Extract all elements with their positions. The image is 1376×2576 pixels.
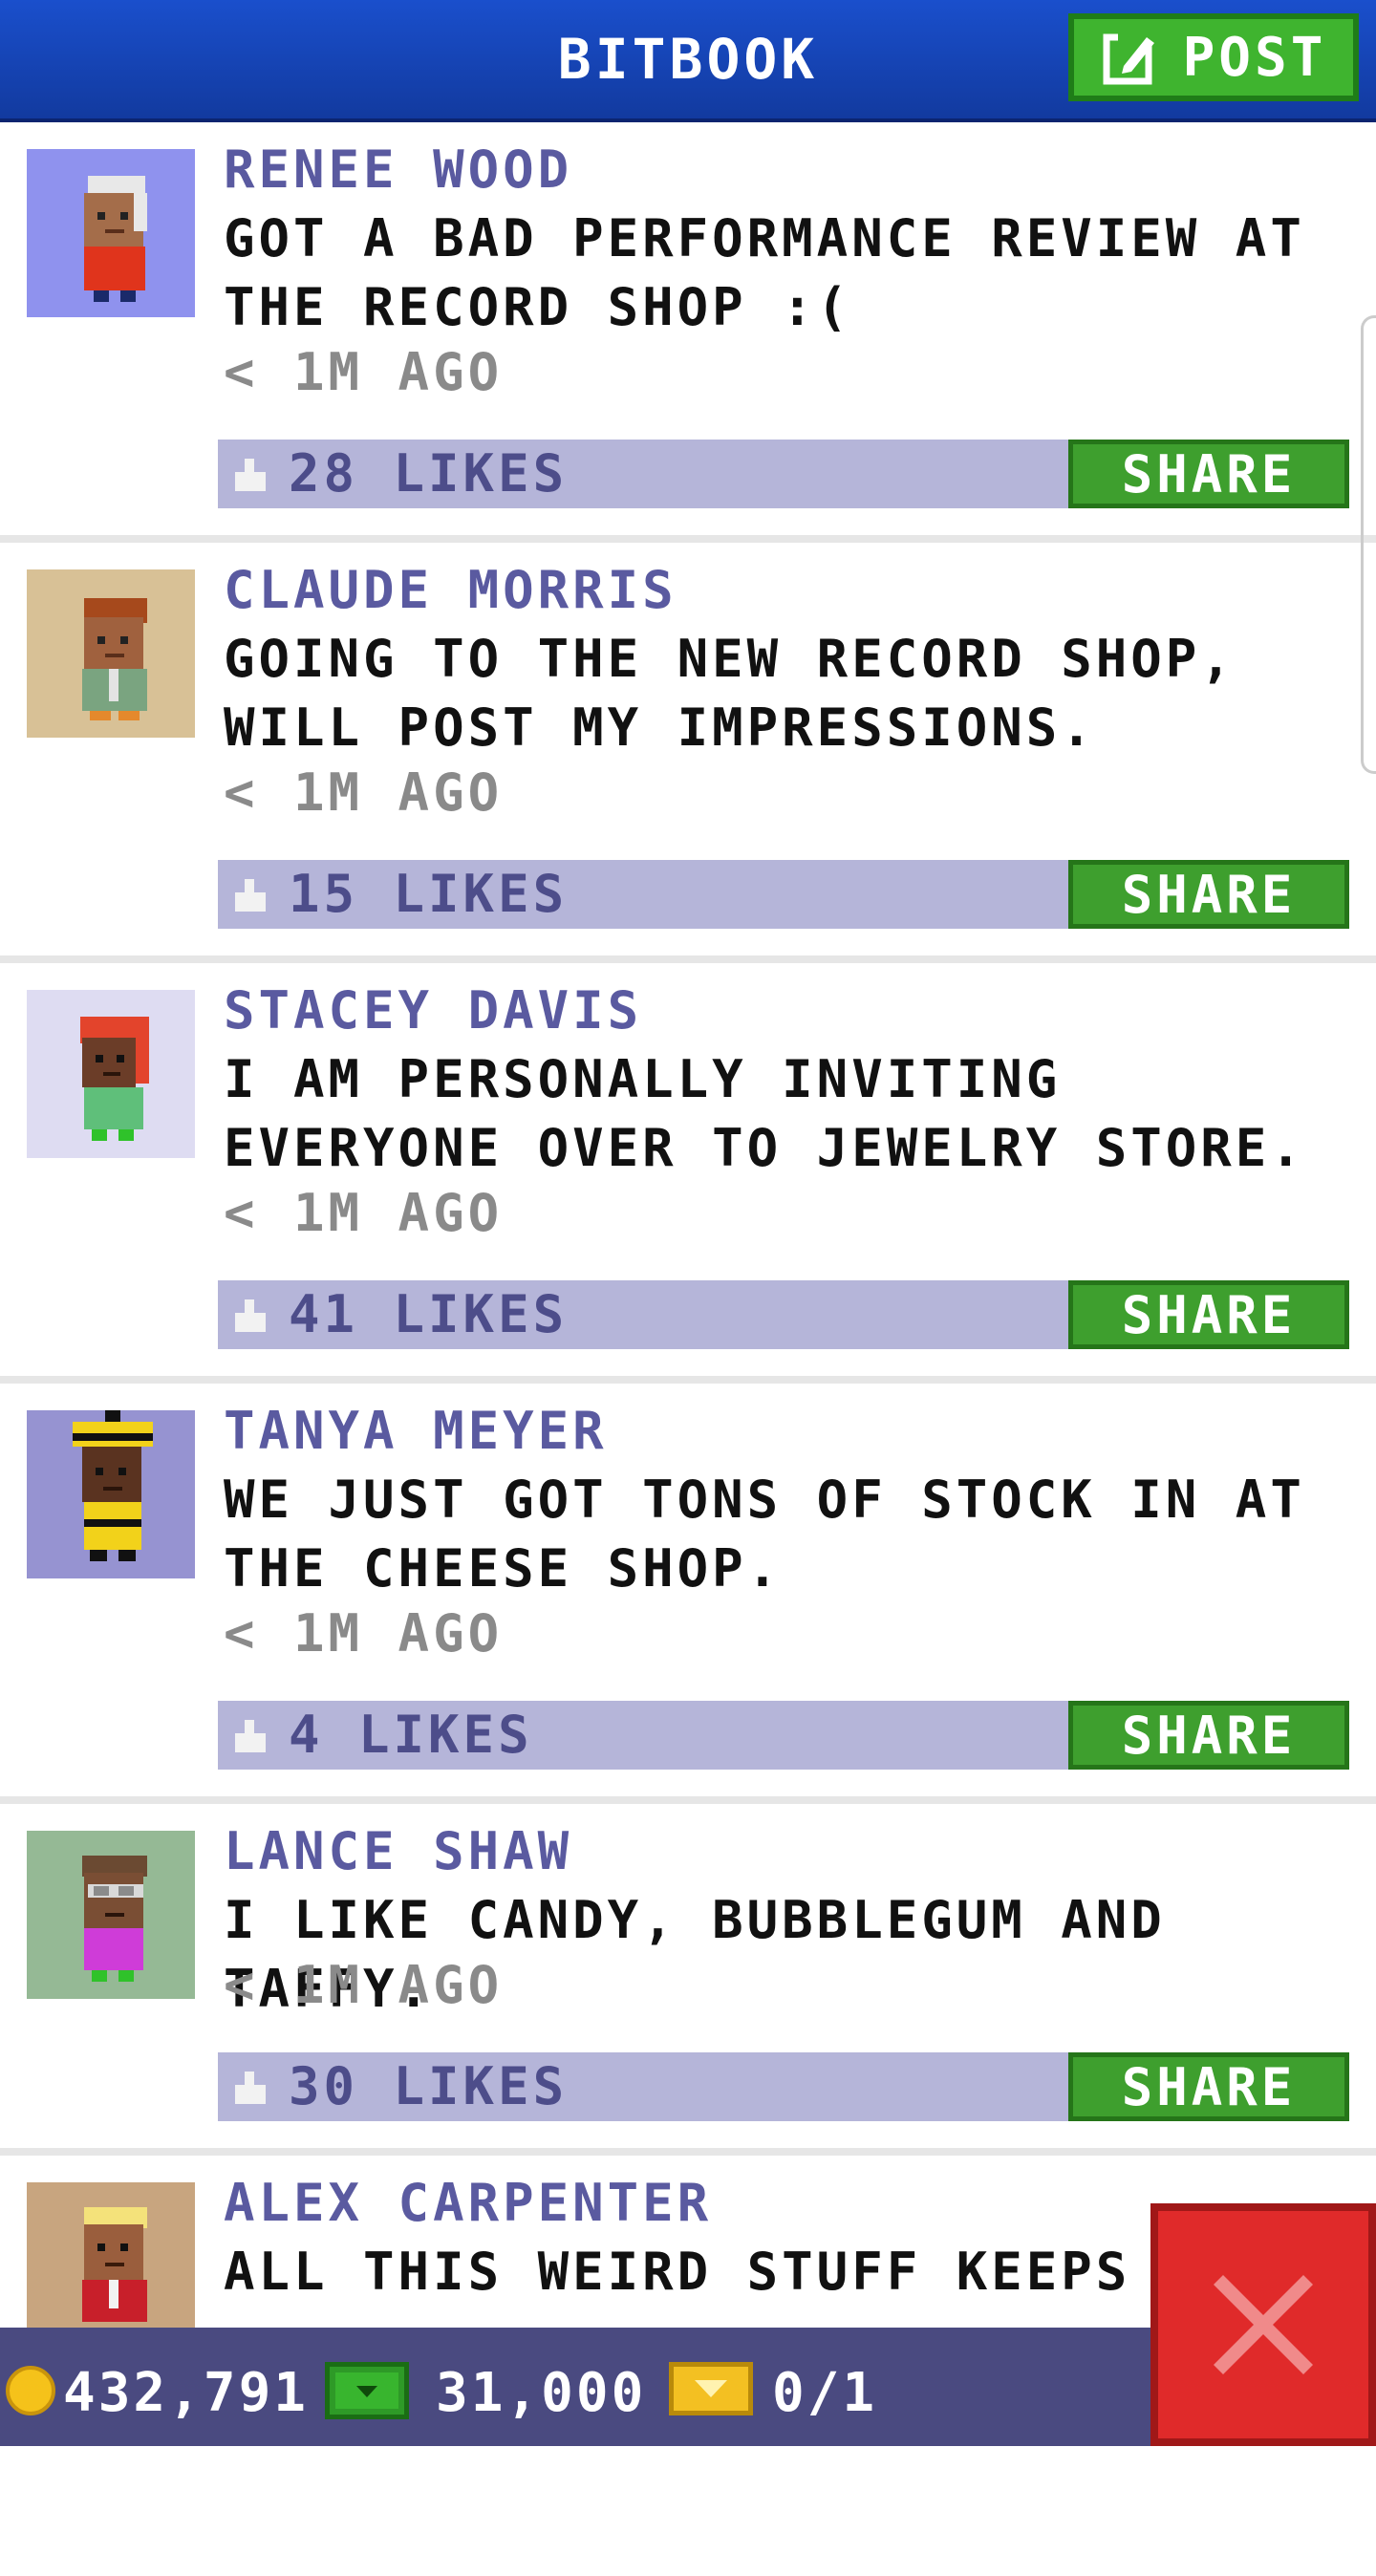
avatar-alex-carpenter (27, 2182, 195, 2351)
post-time: < 1M AGO (224, 762, 504, 823)
post-message: ALL THIS WEIRD STUFF KEEPS SH (224, 2242, 1141, 2302)
avatar-stacey-davis (27, 990, 195, 1158)
post-item: RENEE WOOD GOT A BAD PERFORMANCE REVIEW … (0, 122, 1376, 543)
post-author: CLAUDE MORRIS (224, 560, 677, 620)
post-message: WE JUST GOT TONS OF STOCK IN AT THE CHEE… (224, 1470, 1305, 1599)
post-button[interactable]: POST (1068, 13, 1359, 101)
post-button-label: POST (1182, 26, 1327, 89)
avatar-lance-shaw (27, 1831, 195, 1999)
post-item: STACEY DAVIS I AM PERSONALLY INVITING EV… (0, 963, 1376, 1384)
tickets-count: 0/1 (772, 2362, 878, 2424)
post-time: < 1M AGO (224, 1955, 504, 2015)
scrollbar[interactable] (1361, 315, 1376, 774)
likes-count: 28 LIKES (289, 443, 569, 504)
likes-count: 15 LIKES (289, 864, 569, 924)
bux-count: 31,000 (436, 2362, 647, 2424)
post-author: LANCE SHAW (224, 1821, 573, 1881)
share-button[interactable]: SHARE (1068, 1280, 1349, 1349)
avatar[interactable] (27, 1831, 195, 1999)
close-button[interactable] (1150, 2203, 1376, 2446)
share-button[interactable]: SHARE (1068, 2052, 1349, 2121)
thumbs-up-icon[interactable] (231, 1716, 269, 1754)
share-button-label: SHARE (1121, 864, 1297, 925)
post-author: STACEY DAVIS (224, 980, 643, 1041)
share-button[interactable]: SHARE (1068, 1701, 1349, 1770)
likes-bar: 28 LIKES SHARE (218, 440, 1349, 508)
post-message: GOT A BAD PERFORMANCE REVIEW AT THE RECO… (224, 208, 1305, 337)
avatar-tanya-meyer (27, 1410, 195, 1578)
post-time: < 1M AGO (224, 1183, 504, 1243)
edit-icon (1103, 32, 1156, 85)
post-message: I AM PERSONALLY INVITING EVERYONE OVER T… (224, 1049, 1305, 1178)
avatar-claude-morris (27, 569, 195, 738)
share-button-label: SHARE (1121, 2056, 1297, 2117)
thumbs-up-icon[interactable] (231, 1296, 269, 1334)
share-button-label: SHARE (1121, 1284, 1297, 1345)
likes-bar: 41 LIKES SHARE (218, 1280, 1349, 1349)
likes-count: 4 LIKES (289, 1705, 533, 1765)
avatar[interactable] (27, 569, 195, 738)
close-icon (1214, 2275, 1313, 2374)
likes-bar: 15 LIKES SHARE (218, 860, 1349, 929)
likes-count: 41 LIKES (289, 1284, 569, 1344)
post-item: TANYA MEYER WE JUST GOT TONS OF STOCK IN… (0, 1384, 1376, 1804)
share-button[interactable]: SHARE (1068, 440, 1349, 508)
post-item: LANCE SHAW I LIKE CANDY, BUBBLEGUM AND T… (0, 1804, 1376, 2156)
avatar-renee-wood (27, 149, 195, 317)
share-button[interactable]: SHARE (1068, 860, 1349, 929)
thumbs-up-icon[interactable] (231, 455, 269, 493)
share-button-label: SHARE (1121, 443, 1297, 504)
post-item: CLAUDE MORRIS GOING TO THE NEW RECORD SH… (0, 543, 1376, 963)
post-message: GOING TO THE NEW RECORD SHOP, WILL POST … (224, 629, 1236, 758)
post-time: < 1M AGO (224, 342, 504, 402)
avatar[interactable] (27, 1410, 195, 1578)
avatar[interactable] (27, 149, 195, 317)
share-button-label: SHARE (1121, 1705, 1297, 1766)
bux-icon (325, 2362, 409, 2419)
thumbs-up-icon[interactable] (231, 2068, 269, 2106)
likes-bar: 4 LIKES SHARE (218, 1701, 1349, 1770)
avatar[interactable] (27, 2182, 195, 2351)
top-bar: BITBOOK POST (0, 0, 1376, 122)
ticket-icon (669, 2362, 753, 2415)
coins-count: 432,791 (63, 2362, 310, 2424)
post-time: < 1M AGO (224, 1603, 504, 1664)
post-author: TANYA MEYER (224, 1401, 608, 1461)
likes-count: 30 LIKES (289, 2056, 569, 2116)
avatar[interactable] (27, 990, 195, 1158)
post-author: RENEE WOOD (224, 140, 573, 200)
likes-bar: 30 LIKES SHARE (218, 2052, 1349, 2121)
coin-icon (6, 2366, 55, 2415)
post-author: ALEX CARPENTER (224, 2173, 713, 2233)
thumbs-up-icon[interactable] (231, 875, 269, 913)
